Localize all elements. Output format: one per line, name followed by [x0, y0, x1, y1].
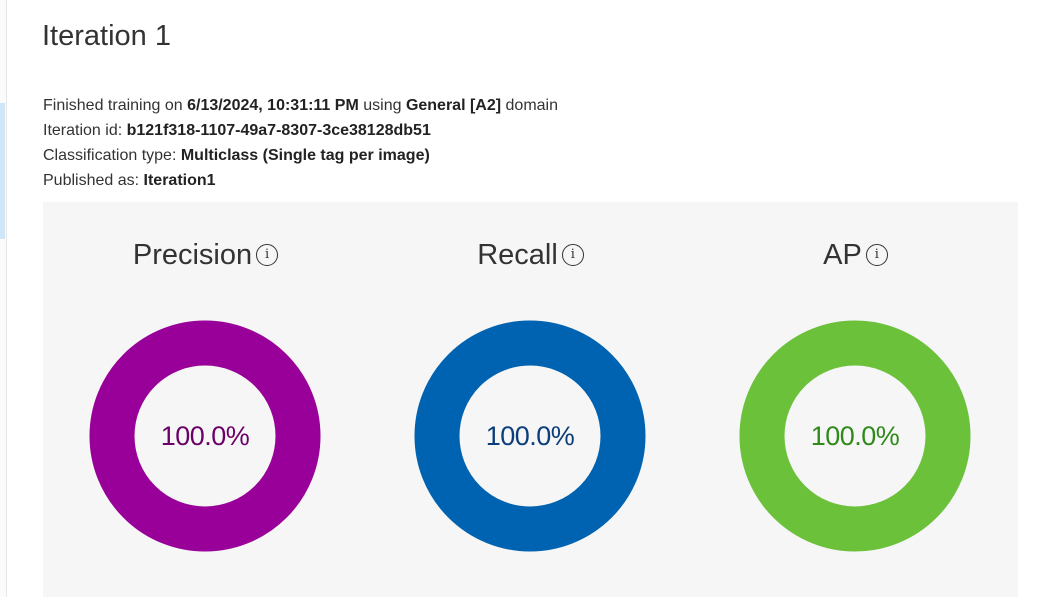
published-line: Published as: Iteration1 — [43, 168, 558, 193]
metric-header-precision: Precision i — [43, 238, 368, 272]
metric-precision: Precision i 100.0% — [43, 202, 368, 597]
metric-label-recall: Recall — [477, 238, 558, 271]
iteration-details: Finished training on 6/13/2024, 10:31:11… — [43, 93, 558, 193]
metric-value-recall: 100.0% — [485, 421, 575, 451]
info-icon[interactable]: i — [256, 244, 279, 267]
metric-recall: Recall i 100.0% — [368, 202, 693, 597]
using-text: using — [363, 97, 402, 114]
published-label: Published as: — [43, 172, 140, 189]
metric-value-precision: 100.0% — [160, 421, 250, 451]
finished-prefix: Finished training on — [43, 97, 183, 114]
iteration-id-value: b121f318-1107-49a7-8307-3ce38128db51 — [126, 122, 431, 139]
finished-date: 6/13/2024, 10:31:11 PM — [187, 97, 359, 114]
classification-line: Classification type: Multiclass (Single … — [43, 143, 558, 168]
metric-ap: AP i 100.0% — [693, 202, 1018, 597]
metric-value-ap: 100.0% — [810, 421, 900, 451]
metric-label-ap: AP — [823, 238, 862, 271]
domain-suffix: domain — [505, 97, 559, 114]
iteration-id-line: Iteration id: b121f318-1107-49a7-8307-3c… — [43, 118, 558, 143]
donut-chart-recall: 100.0% — [414, 320, 646, 552]
info-icon[interactable]: i — [561, 244, 584, 267]
domain-name: General [A2] — [405, 97, 502, 114]
classification-label: Classification type: — [43, 147, 177, 164]
training-info-line: Finished training on 6/13/2024, 10:31:11… — [43, 93, 558, 118]
metric-header-ap: AP i — [693, 238, 1018, 272]
page-title: Iteration 1 — [42, 20, 171, 52]
metric-header-recall: Recall i — [368, 238, 693, 272]
donut-chart-precision: 100.0% — [89, 320, 321, 552]
performance-metrics-panel: Precisioni 100.0% Recalli 100.0% APi — [43, 202, 1018, 597]
donut-chart-ap: 100.0% — [739, 320, 971, 552]
published-value: Iteration1 — [143, 172, 216, 189]
info-icon[interactable]: i — [865, 244, 888, 267]
selected-nav-indicator — [0, 103, 5, 239]
iteration-id-label: Iteration id: — [43, 122, 123, 139]
classification-value: Multiclass (Single tag per image) — [180, 147, 430, 164]
left-navigation-rail — [0, 0, 7, 597]
metric-label-precision: Precision — [132, 238, 253, 271]
